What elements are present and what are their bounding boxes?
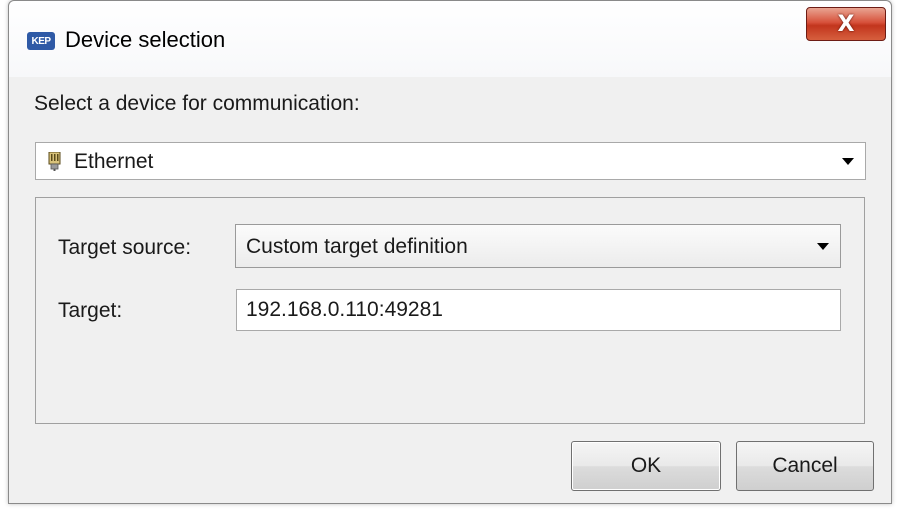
target-source-value: Custom target definition bbox=[246, 235, 468, 258]
device-combo-value: Ethernet bbox=[74, 150, 154, 173]
chevron-down-icon bbox=[817, 242, 829, 250]
kepware-logo-icon: KEP bbox=[27, 32, 55, 50]
ethernet-plug-icon bbox=[48, 152, 61, 171]
target-source-dropdown-button[interactable] bbox=[810, 231, 836, 261]
cancel-button[interactable]: Cancel bbox=[736, 441, 874, 491]
target-input[interactable]: 192.168.0.110:49281 bbox=[236, 289, 841, 331]
close-icon: X bbox=[837, 11, 855, 37]
ok-button[interactable]: OK bbox=[571, 441, 721, 491]
target-source-combo[interactable]: Custom target definition bbox=[235, 224, 841, 268]
select-device-label: Select a device for communication: bbox=[34, 92, 360, 115]
target-label: Target: bbox=[58, 299, 123, 322]
chevron-down-icon bbox=[842, 157, 854, 165]
window-title: Device selection bbox=[65, 27, 226, 52]
device-combo-dropdown-button[interactable] bbox=[835, 147, 861, 175]
title-bar[interactable]: KEP Device selection X bbox=[9, 1, 891, 77]
device-combo[interactable]: Ethernet bbox=[35, 142, 866, 180]
target-source-label: Target source: bbox=[58, 236, 192, 259]
close-button[interactable]: X bbox=[806, 7, 886, 41]
